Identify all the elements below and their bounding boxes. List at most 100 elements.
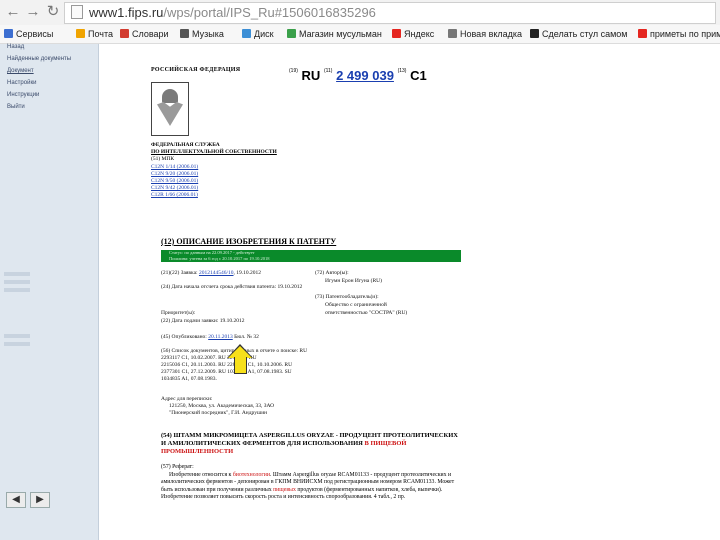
patent-number-line: (19) RU (11) 2 499 039 (13) C1 [289, 68, 427, 83]
next-document-button[interactable]: ▶ [30, 492, 50, 508]
federal-service-line: ПО ИНТЕЛЛЕКТУАЛЬНОЙ СОБСТВЕННОСТИ [151, 149, 277, 155]
sidebar-item-exit[interactable]: Выйти [7, 104, 25, 110]
bookmark-label: Сервисы [16, 29, 54, 39]
bookmark-chair[interactable]: Сделать стул самом [530, 27, 628, 41]
sidebar-item-settings[interactable]: Настройки [7, 80, 36, 86]
bookmark-label: Яндекс [404, 29, 435, 39]
bookmark-music[interactable]: Музыка [180, 27, 224, 41]
page-icon [448, 29, 457, 38]
yandex-icon [392, 29, 401, 38]
apps-icon [4, 29, 13, 38]
publication-line: (45) Опубликовано: 20.11.2013 Бюл. № 32 [161, 334, 259, 341]
ghost-row [4, 280, 30, 284]
bookmark-new-tab[interactable]: Новая вкладка [448, 27, 522, 41]
field-value: Бюл. № 32 [234, 334, 259, 340]
application-link[interactable]: 2012144546/10 [199, 270, 234, 276]
federal-service: ФЕДЕРАЛЬНАЯ СЛУЖБА ПО ИНТЕЛЛЕКТУАЛЬНОЙ С… [151, 142, 277, 156]
sidebar-item-instructions[interactable]: Инструкции [7, 92, 39, 98]
bookmark-yandex[interactable]: Яндекс [392, 27, 434, 41]
abstract-segment: Изобретение относится к [169, 471, 232, 478]
reload-icon[interactable]: ↻ [44, 3, 62, 21]
sidebar-item-back[interactable]: Назад [7, 44, 24, 50]
abstract-highlight: биотехнологии [232, 471, 270, 478]
cited-line: 1034835 A1, 07.08.1983. [161, 376, 217, 382]
mail-icon [76, 29, 85, 38]
arrow-left-icon: ◀ [12, 494, 20, 505]
application-line: (21)(22) Заявка: 2012144546/10, 19.10.20… [161, 270, 261, 277]
sidebar: Назад Найденные документы Документ Настр… [0, 44, 99, 540]
ghost-row [4, 272, 30, 276]
bookmark-mail[interactable]: Почта [76, 27, 113, 41]
bookmark-dictionaries[interactable]: Словари [120, 27, 169, 41]
url-field[interactable]: www1.fips.ru/wps/portal/IPS_Ru#150601683… [64, 2, 716, 24]
mpk-label: (51) МПК [151, 156, 175, 162]
bookmark-label: Диск [254, 29, 274, 39]
back-icon[interactable]: ← [4, 3, 22, 21]
dictionary-icon [120, 29, 129, 38]
bookmark-omens[interactable]: приметы по прим [638, 27, 720, 41]
forward-icon[interactable]: → [24, 3, 42, 21]
bookmark-label: Сделать стул самом [542, 29, 628, 39]
ghost-row [4, 342, 30, 346]
mpk-link[interactable]: C12N 1/14 (2006.01) [151, 164, 198, 170]
patent-number-link[interactable]: 2 499 039 [336, 68, 394, 83]
bookmark-label: Словари [132, 29, 169, 39]
ghost-row [4, 334, 30, 338]
abstract-highlight: пищевых [273, 486, 296, 493]
country-code: RU [301, 68, 321, 83]
mpk-link[interactable]: C12N 9/50 (2006.01) [151, 178, 198, 184]
sidebar-item-found-documents[interactable]: Найденные документы [7, 56, 71, 62]
ghost-row [4, 288, 30, 292]
federal-service-line: ФЕДЕРАЛЬНАЯ СЛУЖБА [151, 142, 220, 148]
bookmark-services[interactable]: Сервисы [4, 27, 53, 41]
patent-document: РОССИЙСКАЯ ФЕДЕРАЦИЯ (19) RU (11) 2 499 … [99, 44, 720, 540]
mpk-link[interactable]: C12N 9/20 (2006.01) [151, 171, 198, 177]
author-name: Игумн Ерон Игуна (RU) [325, 278, 382, 284]
sidebar-item-document[interactable]: Документ [7, 68, 34, 74]
page-icon [71, 5, 83, 19]
abstract-text: Изобретение относится к биотехнологии. Ш… [161, 472, 463, 502]
status-bar: Статус: по данным на 22.09.2017 - действ… [161, 250, 461, 262]
prev-document-button[interactable]: ◀ [6, 492, 26, 508]
invention-title-text: (54) ШТАММ МИКРОМИЦЕТА ASPERGILLUS ORYZA… [161, 432, 458, 447]
bookmark-label: Магазин мусульман [299, 29, 382, 39]
document-title-text: (12) ОПИСАНИЕ ИЗОБРЕТЕНИЯ К ПАТЕНТУ [161, 237, 337, 246]
field-label: (21)(22) Заявка: [161, 270, 198, 276]
bookmarks-bar: Сервисы Почта Словари Музыка Диск Магази… [0, 25, 720, 44]
field-label: Адрес для переписки: [161, 396, 213, 402]
bookmark-label: Музыка [192, 29, 224, 39]
bookmark-label: Почта [88, 29, 113, 39]
bookmark-disk[interactable]: Диск [242, 27, 274, 41]
abstract-label: (57) Реферат: [161, 464, 194, 470]
correspondence-address: Адрес для переписки: 121250, Москва, ул.… [161, 396, 311, 417]
url-path: /wps/portal/IPS_Ru#1506016835296 [163, 5, 376, 20]
kind-code: C1 [410, 68, 427, 83]
tool-icon [530, 29, 539, 38]
inid-code: (11) [323, 68, 333, 74]
bookmark-shop[interactable]: Магазин мусульман [287, 27, 382, 41]
address-toolbar: ← → ↻ www1.fips.ru/wps/portal/IPS_Ru#150… [0, 0, 720, 26]
owner-line: Общество с ограниченной [325, 302, 387, 308]
yandex-icon [638, 29, 647, 38]
disk-icon [242, 29, 251, 38]
owner-line: ответственностью "СОСТРА" (RU) [325, 310, 408, 316]
filing-date: (22) Дата подачи заявки: 19.10.2012 [161, 318, 245, 324]
inid-code: (13) [397, 68, 407, 74]
music-icon [180, 29, 189, 38]
priority-label: Приоритет(ы): [161, 310, 196, 316]
address-line: 121250, Москва, ул. Академическая, 33, З… [169, 403, 275, 409]
invention-title: (54) ШТАММ МИКРОМИЦЕТА ASPERGILLUS ORYZA… [161, 432, 461, 456]
mpk-link[interactable]: C12R 1/66 (2006.01) [151, 192, 198, 198]
mpk-link[interactable]: C12N 9/42 (2006.01) [151, 185, 198, 191]
inid-code: (19) [289, 68, 298, 74]
bookmark-label: приметы по прим [650, 29, 720, 39]
publication-link[interactable]: 20.11.2013 [208, 334, 233, 340]
authors-label: (72) Автор(ы): [315, 270, 349, 276]
abstract: (57) Реферат: Изобретение относится к би… [161, 464, 463, 502]
url-host: www1.fips.ru [89, 5, 164, 20]
shop-icon [287, 29, 296, 38]
arrow-right-icon: ▶ [36, 494, 44, 505]
field-value: , 19.10.2012 [233, 270, 262, 276]
federation-header: РОССИЙСКАЯ ФЕДЕРАЦИЯ [151, 67, 241, 73]
coat-of-arms-icon [151, 82, 189, 136]
